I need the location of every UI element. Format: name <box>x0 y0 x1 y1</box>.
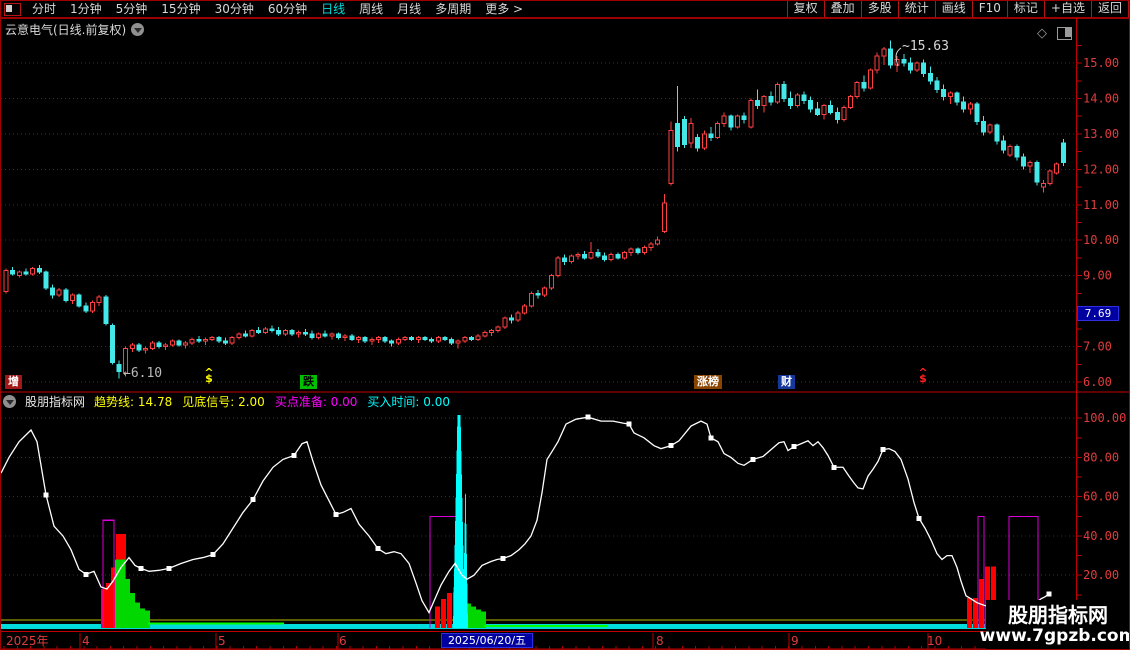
chart-badge-0[interactable]: 增 <box>5 375 22 389</box>
svg-text:20.00: 20.00 <box>1083 568 1119 582</box>
buy-signal-icon-0: ^ $ <box>204 366 214 385</box>
symbol-title: 云意电气(日线.前复权) <box>5 23 127 37</box>
svg-text:11.00: 11.00 <box>1083 198 1119 212</box>
svg-text:15.00: 15.00 <box>1083 56 1119 70</box>
svg-text:2025年: 2025年 <box>6 634 49 648</box>
tdx-app-window: 分时 1分钟 5分钟 15分钟 30分钟 60分钟 日线 周线 月线 多周期 更多 > 复权 叠加 多股… <box>0 0 1130 650</box>
watermark-brand: 股朋指标网 <box>1008 603 1108 627</box>
svg-text:12.00: 12.00 <box>1083 162 1119 176</box>
symbol-titlebar: 云意电气(日线.前复权) <box>5 21 145 38</box>
indicator-field-0: 趋势线: 14.78 <box>94 395 173 409</box>
chart-badge-1[interactable]: 跌 <box>300 375 317 389</box>
high-price-annotation: ~15.63 <box>902 39 949 54</box>
indicator-header: 股朋指标网 趋势线: 14.78 见底信号: 2.00 买点准备: 0.00 买入时间… <box>3 394 450 409</box>
indicator-collapse-icon[interactable] <box>3 395 16 408</box>
diamond-icon[interactable]: ◇ <box>1037 27 1047 40</box>
chart-corner-icons: ◇ <box>1037 27 1072 40</box>
svg-text:40.00: 40.00 <box>1083 529 1119 543</box>
watermark: 股朋指标网 www.7gpzb.com <box>980 600 1129 649</box>
svg-text:100.00: 100.00 <box>1083 411 1126 425</box>
svg-text:6.00: 6.00 <box>1083 375 1112 389</box>
indicator-values: 趋势线: 14.78 见底信号: 2.00 买点准备: 0.00 买入时间: 0.00 <box>94 393 450 410</box>
svg-text:14.00: 14.00 <box>1083 91 1119 105</box>
indicator-brand: 股朋指标网 <box>25 395 86 409</box>
panel-split-icon[interactable] <box>1057 27 1072 40</box>
svg-text:13.00: 13.00 <box>1083 127 1119 141</box>
chevron-down-icon[interactable] <box>131 23 145 36</box>
svg-text:4: 4 <box>82 634 90 648</box>
svg-text:60.00: 60.00 <box>1083 490 1119 504</box>
watermark-url: www.7gpzb.com <box>979 626 1130 646</box>
svg-text:7.00: 7.00 <box>1083 340 1112 354</box>
chart-badge-3[interactable]: 财 <box>778 375 795 389</box>
svg-text:10: 10 <box>927 634 942 648</box>
svg-text:8: 8 <box>656 634 664 648</box>
svg-text:9: 9 <box>791 634 799 648</box>
svg-text:80.00: 80.00 <box>1083 450 1119 464</box>
svg-text:5: 5 <box>218 634 226 648</box>
indicator-field-2: 买点准备: 0.00 <box>274 395 358 409</box>
svg-text:6: 6 <box>339 634 347 648</box>
chart-badge-2[interactable]: 涨榜 <box>694 375 722 389</box>
selected-date-tag[interactable]: 2025/06/20/五 <box>441 633 533 648</box>
low-price-annotation: ←6.10 <box>123 366 163 381</box>
indicator-field-1: 见底信号: 2.00 <box>182 395 265 409</box>
svg-text:9.00: 9.00 <box>1083 269 1112 283</box>
chart-canvas[interactable]: 6.007.008.009.0010.0011.0012.0013.0014.0… <box>1 1 1130 650</box>
last-price-tag: 7.69 <box>1077 306 1119 321</box>
buy-signal-icon-1: ^ $ <box>918 366 928 385</box>
indicator-field-3: 买入时间: 0.00 <box>367 395 450 409</box>
svg-text:10.00: 10.00 <box>1083 233 1119 247</box>
